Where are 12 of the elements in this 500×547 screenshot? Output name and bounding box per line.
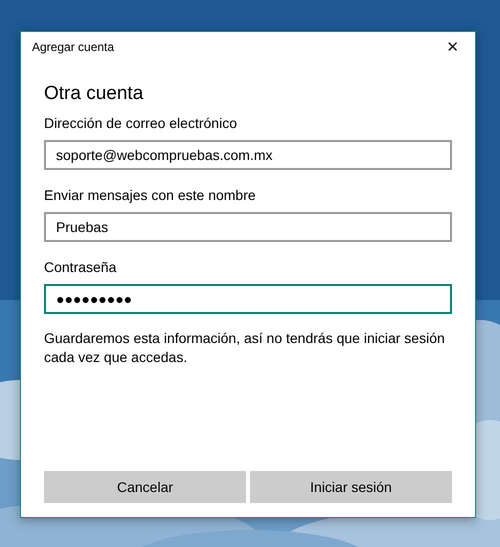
input-field[interactable]: ●●●●●●●●● <box>44 284 452 314</box>
close-button[interactable]: ✕ <box>442 38 463 56</box>
input-field[interactable]: Pruebas <box>44 212 452 242</box>
field-label: Contraseña <box>44 259 118 275</box>
info-text: Guardaremos esta información, así no tendrás que iniciar sesión cada vez que accedas. <box>44 329 446 367</box>
cancel-button[interactable]: Cancelar <box>44 471 246 503</box>
dialog-heading: Otra cuenta <box>44 83 144 105</box>
field-label: Enviar mensajes con este nombre <box>44 187 257 203</box>
window-title: Agregar cuenta <box>32 40 114 54</box>
field-label: Dirección de correo electrónico <box>44 115 238 131</box>
input-field[interactable]: soporte@webcompruebas.com.mx <box>44 140 452 170</box>
sign-in-button[interactable]: Iniciar sesión <box>250 471 452 503</box>
